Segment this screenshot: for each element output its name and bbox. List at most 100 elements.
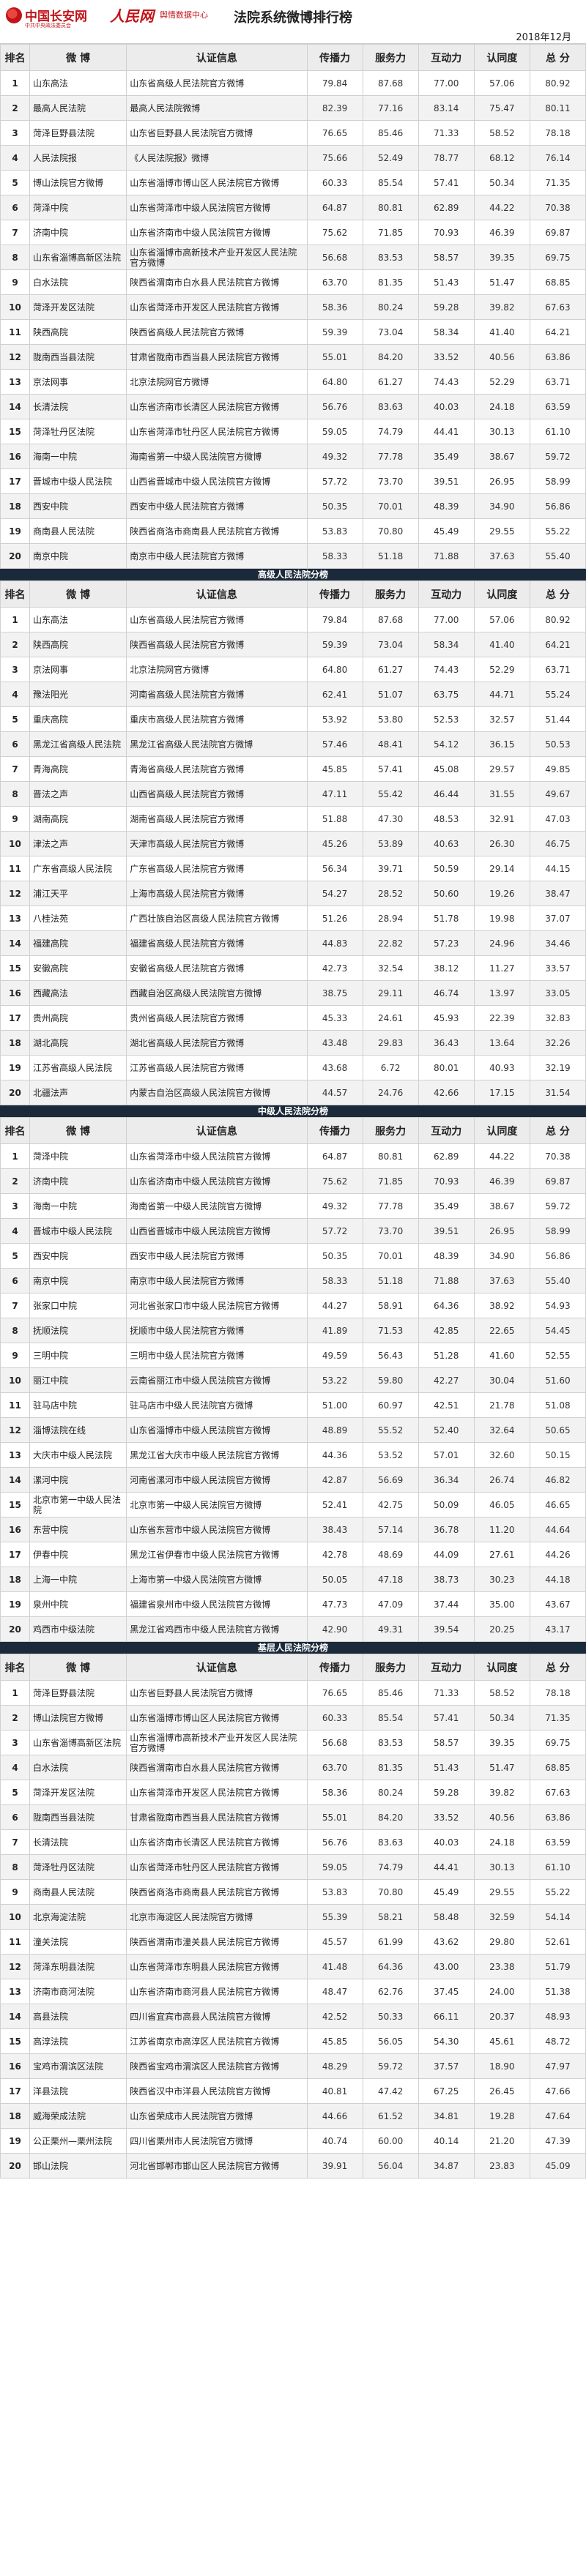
cert-info-cell: 北京市海淀区人民法院官方微博: [126, 1904, 308, 1930]
total-score-cell: 68.85: [529, 1755, 586, 1780]
table-row: 20 邯山法院 河北省邯郸市邯山区人民法院官方微博 39.91 56.04 34.87 23…: [0, 2153, 586, 2179]
service-score-cell: 73.04: [362, 319, 419, 345]
col-weibo-header: 微 博: [29, 1117, 127, 1144]
spread-score-cell: 57.46: [306, 731, 363, 757]
table-row: 2 济南中院 山东省济南市中级人民法院官方微博 75.62 71.85 70.93 46.3…: [0, 1168, 586, 1194]
recognition-score-cell: 30.13: [473, 1854, 530, 1880]
weibo-name-cell: 豫法阳光: [29, 682, 127, 707]
total-score-cell: 78.18: [529, 120, 586, 146]
recognition-score-cell: 34.90: [473, 493, 530, 519]
rank-cell: 15: [0, 955, 31, 981]
rank-cell: 18: [0, 493, 31, 519]
total-score-cell: 44.64: [529, 1517, 586, 1542]
rank-cell: 16: [0, 1517, 31, 1542]
interact-score-cell: 71.33: [418, 1680, 475, 1706]
table-row: 4 人民法院报 《人民法院报》微博 75.66 52.49 78.77 68.12 76.14: [0, 145, 586, 171]
weibo-name-cell: 京法网事: [29, 369, 127, 395]
table-row: 16 海南一中院 海南省第一中级人民法院官方微博 49.32 77.78 35.49 38.…: [0, 444, 586, 469]
rank-cell: 4: [0, 682, 31, 707]
table-row: 16 宝鸡市渭滨区法院 陕西省宝鸡市渭滨区人民法院官方微博 48.29 59.72 37.…: [0, 2053, 586, 2079]
service-score-cell: 22.82: [362, 930, 419, 956]
recognition-score-cell: 11.27: [473, 955, 530, 981]
rank-cell: 14: [0, 1467, 31, 1493]
cert-info-cell: 山东省菏泽市牡丹区人民法院官方微博: [126, 419, 308, 444]
spread-score-cell: 43.68: [306, 1055, 363, 1080]
interact-score-cell: 57.23: [418, 930, 475, 956]
weibo-name-cell: 菏泽牡丹区法院: [29, 1854, 127, 1880]
total-score-cell: 58.99: [529, 1218, 586, 1244]
recognition-score-cell: 29.57: [473, 756, 530, 782]
rank-cell: 12: [0, 881, 31, 906]
service-score-cell: 57.41: [362, 756, 419, 782]
interact-score-cell: 70.93: [418, 1168, 475, 1194]
weibo-name-cell: 济南中院: [29, 220, 127, 245]
rank-cell: 10: [0, 831, 31, 856]
total-score-cell: 54.45: [529, 1318, 586, 1343]
rank-cell: 1: [0, 1680, 31, 1706]
total-score-cell: 55.24: [529, 682, 586, 707]
spread-score-cell: 53.83: [306, 518, 363, 544]
table-row: 5 博山法院官方微博 山东省淄博市博山区人民法院官方微博 60.33 85.54 57.4…: [0, 170, 586, 195]
interact-score-cell: 50.09: [418, 1492, 475, 1517]
service-score-cell: 73.70: [362, 468, 419, 494]
total-score-cell: 31.54: [529, 1080, 586, 1105]
recognition-score-cell: 19.28: [473, 2103, 530, 2129]
interact-score-cell: 45.08: [418, 756, 475, 782]
spread-score-cell: 59.05: [306, 419, 363, 444]
service-score-cell: 56.43: [362, 1343, 419, 1368]
interact-score-cell: 70.93: [418, 220, 475, 245]
spread-score-cell: 63.70: [306, 1755, 363, 1780]
rank-cell: 9: [0, 1879, 31, 1905]
cert-info-cell: 北京法院网官方微博: [126, 657, 308, 682]
interact-score-cell: 58.57: [418, 1730, 475, 1755]
total-score-cell: 32.26: [529, 1030, 586, 1056]
rank-cell: 13: [0, 1442, 31, 1468]
interact-score-cell: 40.14: [418, 2128, 475, 2154]
total-score-cell: 32.19: [529, 1055, 586, 1080]
col-rank-header: 排名: [0, 1117, 31, 1144]
total-score-cell: 55.22: [529, 1879, 586, 1905]
rank-cell: 20: [0, 1616, 31, 1642]
cert-info-cell: 山东省菏泽市开发区人民法院官方微博: [126, 294, 308, 320]
cert-info-cell: 湖南省高级人民法院官方微博: [126, 806, 308, 832]
service-score-cell: 24.76: [362, 1080, 419, 1105]
total-score-cell: 68.85: [529, 269, 586, 295]
service-score-cell: 85.54: [362, 1705, 419, 1731]
total-score-cell: 59.72: [529, 444, 586, 469]
interact-score-cell: 35.49: [418, 444, 475, 469]
rank-cell: 11: [0, 1392, 31, 1418]
weibo-name-cell: 山东省淄博高新区法院: [29, 244, 127, 270]
rank-cell: 17: [0, 1542, 31, 1567]
cert-info-cell: 黑龙江省高级人民法院官方微博: [126, 731, 308, 757]
total-score-cell: 44.15: [529, 856, 586, 881]
interact-score-cell: 80.01: [418, 1055, 475, 1080]
spread-score-cell: 44.57: [306, 1080, 363, 1105]
weibo-name-cell: 陕西高院: [29, 319, 127, 345]
total-score-cell: 80.11: [529, 95, 586, 121]
cert-info-cell: 河北省邯郸市邯山区人民法院官方微博: [126, 2153, 308, 2179]
table-row: 13 八桂法苑 广西壮族自治区高级人民法院官方微博 51.26 28.94 51.78 19…: [0, 906, 586, 931]
total-score-cell: 64.21: [529, 319, 586, 345]
spread-score-cell: 51.26: [306, 906, 363, 931]
service-score-cell: 53.80: [362, 706, 419, 732]
spread-score-cell: 76.65: [306, 120, 363, 146]
spread-score-cell: 41.48: [306, 1954, 363, 1979]
cert-info-cell: 山东省菏泽市开发区人民法院官方微博: [126, 1780, 308, 1805]
rank-cell: 15: [0, 2028, 31, 2054]
weibo-name-cell: 东营中院: [29, 1517, 127, 1542]
spread-score-cell: 58.33: [306, 543, 363, 569]
rank-cell: 20: [0, 1080, 31, 1105]
cert-info-cell: 西安市中级人民法院官方微博: [126, 1243, 308, 1269]
recognition-score-cell: 30.13: [473, 419, 530, 444]
total-score-cell: 45.09: [529, 2153, 586, 2179]
service-score-cell: 56.05: [362, 2028, 419, 2054]
interact-score-cell: 36.78: [418, 1517, 475, 1542]
cert-info-cell: 甘肃省陇南市西当县人民法院官方微博: [126, 344, 308, 370]
interact-score-cell: 36.43: [418, 1030, 475, 1056]
cert-info-cell: 青海省高级人民法院官方微博: [126, 756, 308, 782]
service-score-cell: 50.33: [362, 2004, 419, 2029]
table-row: 3 山东省淄博高新区法院 山东省淄博市高新技术产业开发区人民法院官方微博 56.68 8…: [0, 1730, 586, 1755]
recognition-score-cell: 44.22: [473, 195, 530, 220]
total-score-cell: 54.14: [529, 1904, 586, 1930]
spread-score-cell: 75.62: [306, 220, 363, 245]
